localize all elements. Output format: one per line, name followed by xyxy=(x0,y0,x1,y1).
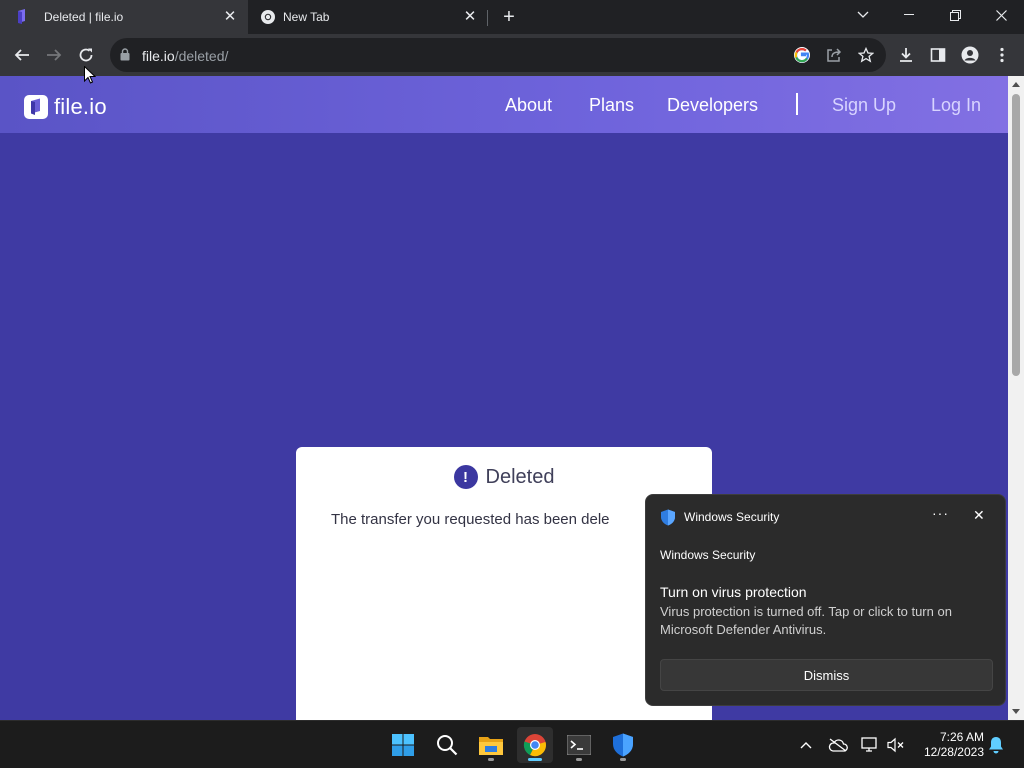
url-text: file.io/deleted/ xyxy=(142,48,228,64)
site-navbar: file.io About Plans Developers Sign Up L… xyxy=(0,76,1008,133)
card-title: Deleted xyxy=(485,465,555,488)
taskbar-search-icon[interactable] xyxy=(429,727,465,763)
tab-strip: Deleted | file.io ✕ New Tab ✕ + xyxy=(0,0,1024,34)
url-host: file.io xyxy=(142,48,175,64)
running-indicator xyxy=(620,758,626,761)
notification-bell-icon[interactable] xyxy=(986,735,1006,755)
clock-date: 12/28/2023 xyxy=(923,745,984,759)
new-tab-plus-icon[interactable]: + xyxy=(499,7,519,27)
tab-new-tab[interactable]: New Tab ✕ xyxy=(248,0,488,34)
nav-plans-link[interactable]: Plans xyxy=(589,95,634,116)
chrome-favicon-icon xyxy=(261,10,275,24)
scrollbar-thumb[interactable] xyxy=(1012,94,1020,376)
toast-body: Virus protection is turned off. Tap or c… xyxy=(660,604,952,637)
forward-arrow-icon[interactable] xyxy=(42,43,66,67)
exclamation-circle-icon: ! xyxy=(453,465,478,489)
bookmark-star-icon[interactable] xyxy=(854,43,878,67)
windows-security-toast[interactable]: Windows Security ··· ✕ Windows Security … xyxy=(645,494,1006,706)
volume-muted-icon[interactable] xyxy=(886,735,906,755)
terminal-icon[interactable] xyxy=(561,727,597,763)
toast-app-name: Windows Security xyxy=(684,510,780,524)
fileio-logo-icon xyxy=(24,95,48,119)
network-icon[interactable] xyxy=(860,735,880,755)
fileio-favicon-icon xyxy=(18,9,25,24)
file-explorer-icon[interactable] xyxy=(473,727,509,763)
windows-start-icon[interactable] xyxy=(385,727,421,763)
google-lens-icon[interactable] xyxy=(790,43,814,67)
tab-close-icon[interactable]: ✕ xyxy=(222,9,238,25)
windows-taskbar: 7:26 AM 12/28/2023 xyxy=(0,720,1024,768)
nav-about-link[interactable]: About xyxy=(505,95,552,116)
back-arrow-icon[interactable] xyxy=(10,43,34,67)
windows-security-taskbar-icon[interactable] xyxy=(605,727,641,763)
window-close-icon[interactable] xyxy=(978,0,1024,30)
browser-toolbar: file.io/deleted/ xyxy=(0,34,1024,76)
nav-signup-link[interactable]: Sign Up xyxy=(832,95,896,116)
mouse-cursor-icon xyxy=(84,66,96,84)
minimize-icon[interactable] xyxy=(886,0,932,30)
toast-dismiss-button[interactable]: Dismiss xyxy=(660,659,993,691)
chrome-taskbar-icon[interactable] xyxy=(517,727,553,763)
download-icon[interactable] xyxy=(894,43,918,67)
toast-sender: Windows Security xyxy=(660,548,756,562)
toast-title: Turn on virus protection xyxy=(660,584,807,600)
nav-login-link[interactable]: Log In xyxy=(931,95,981,116)
toast-more-options-icon[interactable]: ··· xyxy=(932,505,949,521)
active-indicator xyxy=(528,758,542,761)
taskbar-clock[interactable]: 7:26 AM 12/28/2023 xyxy=(912,730,984,760)
nav-divider xyxy=(796,93,798,115)
site-logo[interactable]: file.io xyxy=(24,94,107,120)
profile-avatar-icon[interactable] xyxy=(958,43,982,67)
restore-icon[interactable] xyxy=(932,0,978,30)
reload-icon[interactable] xyxy=(74,43,98,67)
side-panel-icon[interactable] xyxy=(926,43,950,67)
logo-text: file.io xyxy=(54,94,107,119)
tab-deleted-fileio[interactable]: Deleted | file.io ✕ xyxy=(0,0,248,34)
card-heading: ! Deleted xyxy=(296,465,712,489)
running-indicator xyxy=(576,758,582,761)
toast-close-icon[interactable]: ✕ xyxy=(973,507,985,524)
scroll-down-arrow-icon[interactable] xyxy=(1012,709,1020,714)
share-icon[interactable] xyxy=(822,43,846,67)
kebab-menu-icon[interactable] xyxy=(990,43,1014,67)
tab-close-icon[interactable]: ✕ xyxy=(462,9,478,25)
page-scrollbar[interactable] xyxy=(1008,76,1024,720)
tab-title: New Tab xyxy=(283,10,330,24)
scroll-up-arrow-icon[interactable] xyxy=(1012,82,1020,87)
lock-icon[interactable] xyxy=(120,48,130,61)
nav-developers-link[interactable]: Developers xyxy=(667,95,758,116)
clock-time: 7:26 AM xyxy=(939,730,984,744)
url-path: /deleted/ xyxy=(174,48,229,64)
onedrive-offline-icon[interactable] xyxy=(828,735,848,755)
tab-separator xyxy=(487,10,488,26)
windows-security-shield-icon xyxy=(661,509,675,526)
card-message: The transfer you requested has been dele xyxy=(331,511,610,528)
running-indicator xyxy=(488,758,494,761)
tab-title: Deleted | file.io xyxy=(44,10,124,24)
address-bar[interactable]: file.io/deleted/ xyxy=(110,38,886,72)
tab-search-chevron-icon[interactable] xyxy=(840,0,886,30)
show-hidden-icons-chevron-icon[interactable] xyxy=(796,735,816,755)
